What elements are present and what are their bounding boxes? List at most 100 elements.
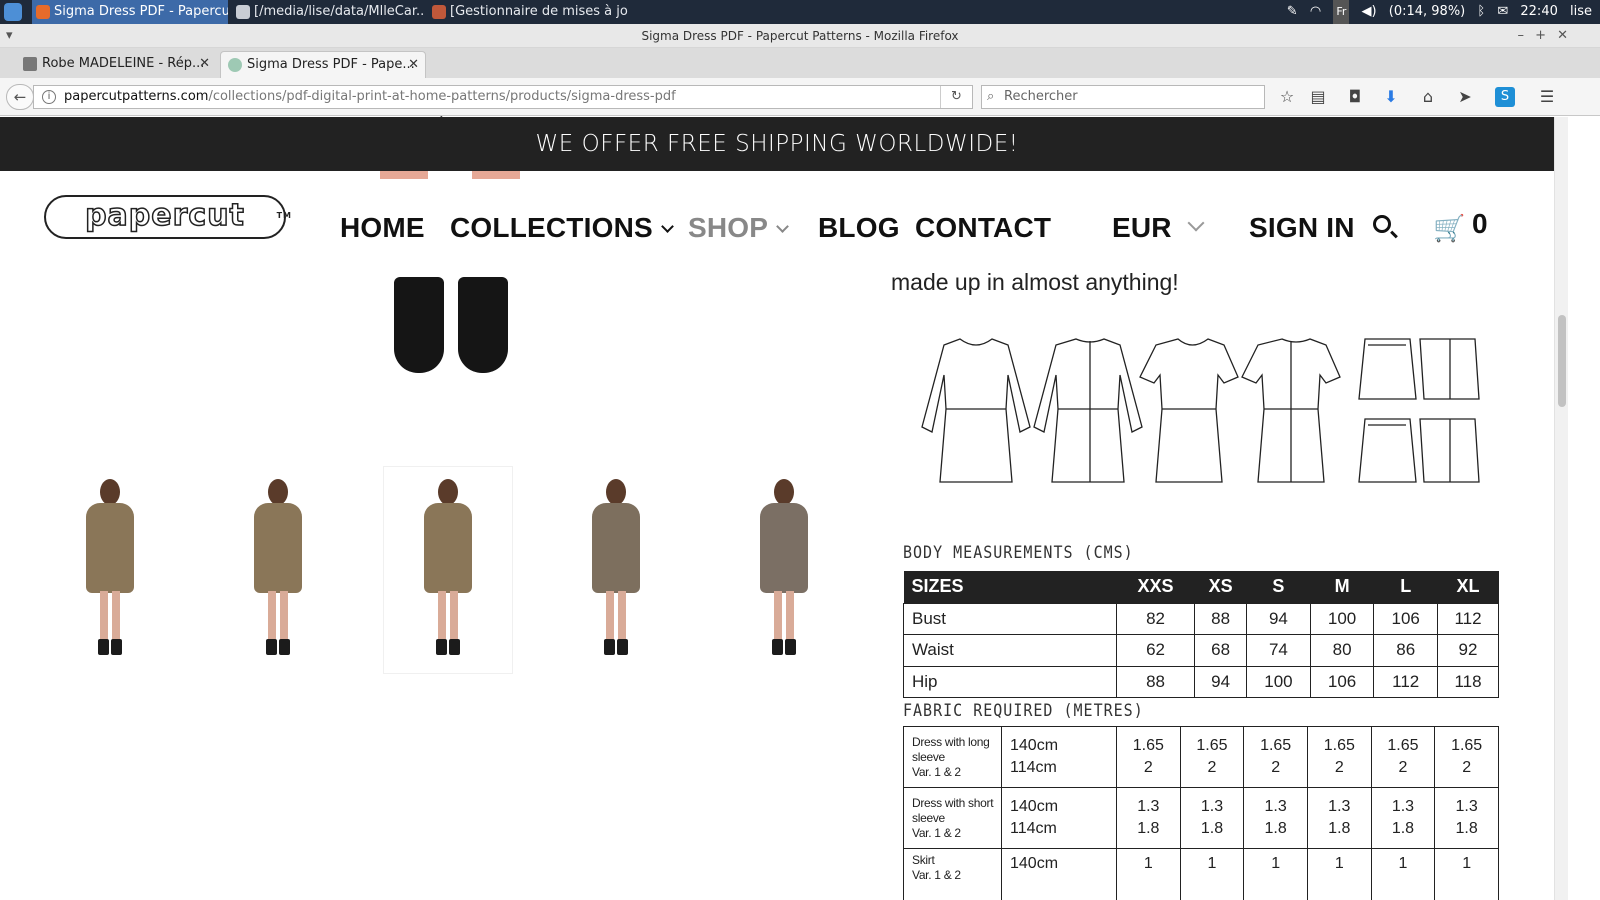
hero-image-fragment — [380, 171, 520, 181]
nav-contact[interactable]: CONTACT — [915, 211, 1051, 245]
nav-home[interactable]: HOME — [340, 211, 425, 245]
table-cell: 1.3 1.8 — [1243, 787, 1308, 849]
thumb-dress — [592, 503, 640, 593]
table-cell: 82 — [1115, 602, 1196, 635]
site-info-icon[interactable]: i — [42, 90, 56, 104]
thumb-dress — [760, 503, 808, 593]
maximize-icon[interactable]: + — [1535, 24, 1546, 48]
battery-status[interactable]: (0:14, 98%) — [1389, 0, 1466, 24]
body-measurements-title: BODY MEASUREMENTS (CMS) — [903, 541, 1134, 563]
thumb-shoe — [266, 639, 277, 655]
window-menu-icon[interactable]: ▾ — [6, 24, 13, 48]
width-line: 114cm — [1010, 820, 1057, 837]
width-line: 140cm — [1010, 798, 1059, 815]
table-cell: 74 — [1246, 634, 1311, 667]
bluetooth-icon[interactable]: ᛒ — [1477, 0, 1485, 24]
flat-skirt-var-2 — [1358, 418, 1480, 483]
table-row: Hip 88 94 100 106 112 118 — [903, 665, 1499, 698]
width-line: 140cm — [1010, 737, 1059, 754]
table-cell: 106 — [1373, 602, 1439, 635]
mail-icon[interactable]: ✉ — [1497, 0, 1508, 24]
menu-hamburger-icon[interactable]: ☰ — [1537, 87, 1557, 107]
table-cell: 112 — [1373, 665, 1439, 698]
table-cell: 80 — [1309, 634, 1375, 667]
url-bar[interactable]: i papercutpatterns.com/collections/pdf-d… — [33, 85, 973, 109]
table-cell: 1.3 1.8 — [1116, 787, 1181, 849]
reload-icon[interactable]: ↻ — [940, 86, 972, 108]
minimize-icon[interactable]: – — [1518, 24, 1525, 48]
table-cell: 1.3 1.8 — [1179, 787, 1245, 849]
nav-collections[interactable]: COLLECTIONS — [450, 211, 674, 245]
keyboard-layout[interactable]: Fr — [1333, 0, 1350, 24]
taskbar-item-update-manager[interactable]: [Gestionnaire de mises à jo... — [428, 0, 628, 24]
bookmarks-list-icon[interactable]: ▤ — [1308, 87, 1328, 107]
table-cell: 112 — [1437, 602, 1499, 635]
promo-banner: WE OFFER FREE SHIPPING WORLDWIDE! — [0, 117, 1554, 171]
table-header-row: SIZES XXS XS S M L XL — [903, 571, 1499, 603]
table-header-cell: SIZES — [903, 571, 1117, 603]
fabric-requirements-table: Dress with long sleeve Var. 1 & 2 140cm 1… — [903, 726, 1499, 900]
product-thumbnail-2[interactable] — [214, 467, 342, 673]
clock[interactable]: 22:40 — [1520, 0, 1557, 24]
navigation-toolbar: ← i papercutpatterns.com/collections/pdf… — [0, 78, 1600, 116]
table-header-cell: XXS — [1116, 571, 1195, 603]
downloads-icon[interactable]: ⬇ — [1381, 87, 1401, 107]
cart-icon[interactable]: 🛒 — [1433, 216, 1465, 242]
start-menu-icon[interactable] — [4, 3, 22, 21]
width-line: 114cm — [1010, 759, 1057, 776]
back-button[interactable]: ← — [6, 84, 34, 110]
page-scrollbar[interactable] — [1554, 117, 1568, 900]
taskbar-item-file-manager[interactable]: [/media/lise/data/MlleCar... — [232, 0, 424, 24]
chevron-down-icon[interactable] — [1187, 214, 1205, 232]
update-manager-icon — [432, 5, 446, 19]
product-thumbnail-1[interactable] — [46, 467, 174, 673]
table-cell: 1.3 1.8 — [1306, 787, 1372, 849]
table-row: Dress with long sleeve Var. 1 & 2 140cm 1… — [903, 726, 1499, 788]
search-input[interactable]: ⌕ Rechercher — [981, 85, 1265, 109]
volume-icon[interactable]: ◀) — [1362, 0, 1377, 24]
close-tab-icon[interactable]: ✕ — [199, 51, 210, 77]
hero-image-boot — [394, 277, 444, 373]
table-cell: 1.65 2 — [1116, 726, 1181, 788]
tab-sigma-dress[interactable]: Sigma Dress PDF - Pape... ✕ — [220, 51, 426, 78]
product-thumbnail-4[interactable] — [552, 467, 680, 673]
product-thumbnail-5[interactable] — [720, 467, 848, 673]
search-icon[interactable] — [1373, 215, 1391, 233]
user-name[interactable]: lise — [1570, 0, 1592, 24]
currency-select[interactable]: EUR — [1112, 211, 1172, 245]
taskbar-item-firefox[interactable]: Sigma Dress PDF - Papercu... — [32, 0, 228, 24]
papercut-logo[interactable]: papercut TM — [44, 195, 291, 239]
pocket-icon[interactable]: ◘ — [1345, 87, 1365, 107]
send-icon[interactable]: ➤ — [1455, 87, 1475, 107]
table-cell: 1.65 2 — [1243, 726, 1308, 788]
tab-robe-madeleine[interactable]: Robe MADELEINE - Rép... ✕ — [16, 51, 216, 78]
bookmark-star-icon[interactable]: ☆ — [1277, 87, 1297, 107]
nav-sign-in[interactable]: SIGN IN — [1249, 211, 1355, 245]
table-row: Skirt Var. 1 & 2 140cm 1 1 1 1 1 1 — [903, 848, 1499, 900]
close-tab-icon[interactable]: ✕ — [408, 52, 419, 78]
tab-label: Robe MADELEINE - Rép... — [42, 56, 205, 71]
table-cell: 1 — [1116, 848, 1181, 900]
web-page: WE OFFER FREE SHIPPING WORLDWIDE! paperc… — [0, 117, 1554, 900]
system-tray: ✎ ◠ Fr ◀) (0:14, 98%) ᛒ ✉ 22:40 lise — [1287, 0, 1600, 24]
notes-icon[interactable]: ✎ — [1287, 0, 1298, 24]
hero-image-boot — [458, 277, 508, 373]
close-window-icon[interactable]: ✕ — [1557, 24, 1568, 48]
logo-text: papercut — [84, 197, 245, 234]
chevron-down-icon — [661, 220, 674, 233]
table-cell: 94 — [1246, 602, 1311, 635]
home-icon[interactable]: ⌂ — [1418, 87, 1438, 107]
skype-icon[interactable]: S — [1495, 87, 1515, 107]
cart-count[interactable]: 0 — [1472, 207, 1488, 241]
site-favicon-icon — [23, 57, 37, 71]
fabric-required-title: FABRIC REQUIRED (METRES) — [903, 699, 1144, 721]
wifi-icon[interactable]: ◠ — [1310, 0, 1321, 24]
table-cell: 100 — [1309, 602, 1375, 635]
table-cell: 1 — [1434, 848, 1499, 900]
nav-shop[interactable]: SHOP — [688, 211, 790, 245]
product-thumbnail-3[interactable] — [384, 467, 512, 673]
scrollbar-thumb[interactable] — [1558, 315, 1566, 407]
nav-blog[interactable]: BLOG — [818, 211, 900, 245]
label-line: sleeve — [912, 749, 945, 764]
size-chart-table: SIZES XXS XS S M L XL Bust 82 88 94 100 … — [903, 571, 1499, 698]
